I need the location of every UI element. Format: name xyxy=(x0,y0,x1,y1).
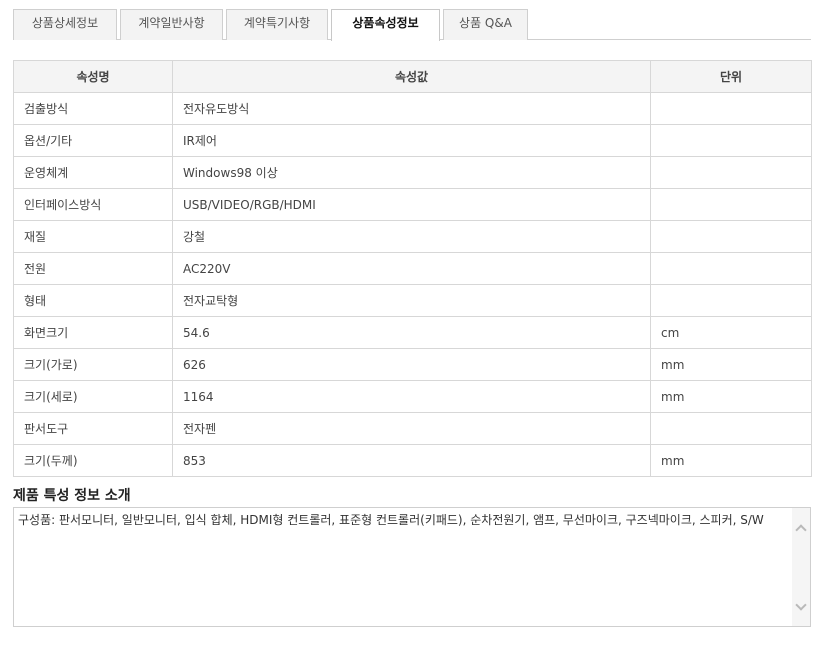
product-intro-title: 제품 특성 정보 소개 xyxy=(13,488,131,504)
attribute-value: 54.6 xyxy=(172,316,651,349)
attribute-name: 크기(가로) xyxy=(13,348,173,381)
table-row: 크기(세로) 1164 mm xyxy=(13,380,812,413)
attribute-unit xyxy=(650,412,812,445)
attribute-unit xyxy=(650,124,812,157)
table-row: 검출방식 전자유도방식 xyxy=(13,92,812,125)
product-intro-textarea[interactable]: 구성품: 판서모니터, 일반모니터, 입식 합체, HDMI형 컨트롤러, 표준… xyxy=(13,507,811,627)
attribute-unit xyxy=(650,220,812,253)
attribute-name: 인터페이스방식 xyxy=(13,188,173,221)
attribute-unit: mm xyxy=(650,380,812,413)
attribute-value: Windows98 이상 xyxy=(172,156,651,189)
table-row: 운영체계 Windows98 이상 xyxy=(13,156,812,189)
attribute-value: 전자유도방식 xyxy=(172,92,651,125)
attribute-value: 전자교탁형 xyxy=(172,284,651,317)
table-row: 형태 전자교탁형 xyxy=(13,284,812,317)
table-row: 옵션/기타 IR제어 xyxy=(13,124,812,157)
attribute-value: 626 xyxy=(172,348,651,381)
table-row: 크기(두께) 853 mm xyxy=(13,444,812,477)
tab-contract-special[interactable]: 계약특기사항 xyxy=(226,9,328,40)
scroll-up-button[interactable] xyxy=(792,520,810,538)
header-attribute-name: 속성명 xyxy=(13,60,173,93)
attribute-name: 크기(두께) xyxy=(13,444,173,477)
attribute-table: 속성명 속성값 단위 검출방식 전자유도방식 옵션/기타 IR제어 운영체계 Wind… xyxy=(13,60,812,477)
attribute-value: 1164 xyxy=(172,380,651,413)
tab-product-attributes[interactable]: 상품속성정보 xyxy=(331,9,440,41)
table-row: 재질 강철 xyxy=(13,220,812,253)
chevron-down-icon xyxy=(795,599,807,611)
attribute-value: IR제어 xyxy=(172,124,651,157)
attribute-value: 전자펜 xyxy=(172,412,651,445)
attribute-name: 재질 xyxy=(13,220,173,253)
tab-product-detail[interactable]: 상품상세정보 xyxy=(13,9,117,40)
attribute-unit: mm xyxy=(650,348,812,381)
table-row: 전원 AC220V xyxy=(13,252,812,285)
attribute-unit xyxy=(650,284,812,317)
table-row: 화면크기 54.6 cm xyxy=(13,316,812,349)
attribute-value: 강철 xyxy=(172,220,651,253)
attribute-value: 853 xyxy=(172,444,651,477)
attribute-unit: mm xyxy=(650,444,812,477)
attribute-name: 검출방식 xyxy=(13,92,173,125)
table-row: 판서도구 전자펜 xyxy=(13,412,812,445)
attribute-name: 판서도구 xyxy=(13,412,173,445)
tab-bar: 상품상세정보 계약일반사항 계약특기사항 상품속성정보 상품 Q&A xyxy=(13,9,811,41)
attribute-name: 크기(세로) xyxy=(13,380,173,413)
attribute-value: USB/VIDEO/RGB/HDMI xyxy=(172,188,651,221)
attribute-name: 옵션/기타 xyxy=(13,124,173,157)
attribute-name: 운영체계 xyxy=(13,156,173,189)
tab-contract-general[interactable]: 계약일반사항 xyxy=(120,9,223,40)
scrollbar[interactable] xyxy=(792,508,810,626)
attribute-unit: cm xyxy=(650,316,812,349)
tab-product-qna[interactable]: 상품 Q&A xyxy=(443,9,528,40)
table-header-row: 속성명 속성값 단위 xyxy=(13,60,812,93)
table-row: 크기(가로) 626 mm xyxy=(13,348,812,381)
scroll-down-button[interactable] xyxy=(792,596,810,614)
attribute-name: 전원 xyxy=(13,252,173,285)
attribute-unit xyxy=(650,252,812,285)
chevron-up-icon xyxy=(795,524,807,536)
attribute-value: AC220V xyxy=(172,252,651,285)
header-attribute-value: 속성값 xyxy=(172,60,651,93)
attribute-name: 형태 xyxy=(13,284,173,317)
header-unit: 단위 xyxy=(650,60,812,93)
attribute-unit xyxy=(650,92,812,125)
attribute-unit xyxy=(650,156,812,189)
table-row: 인터페이스방식 USB/VIDEO/RGB/HDMI xyxy=(13,188,812,221)
attribute-unit xyxy=(650,188,812,221)
product-intro-text: 구성품: 판서모니터, 일반모니터, 입식 합체, HDMI형 컨트롤러, 표준… xyxy=(18,513,764,527)
attribute-name: 화면크기 xyxy=(13,316,173,349)
